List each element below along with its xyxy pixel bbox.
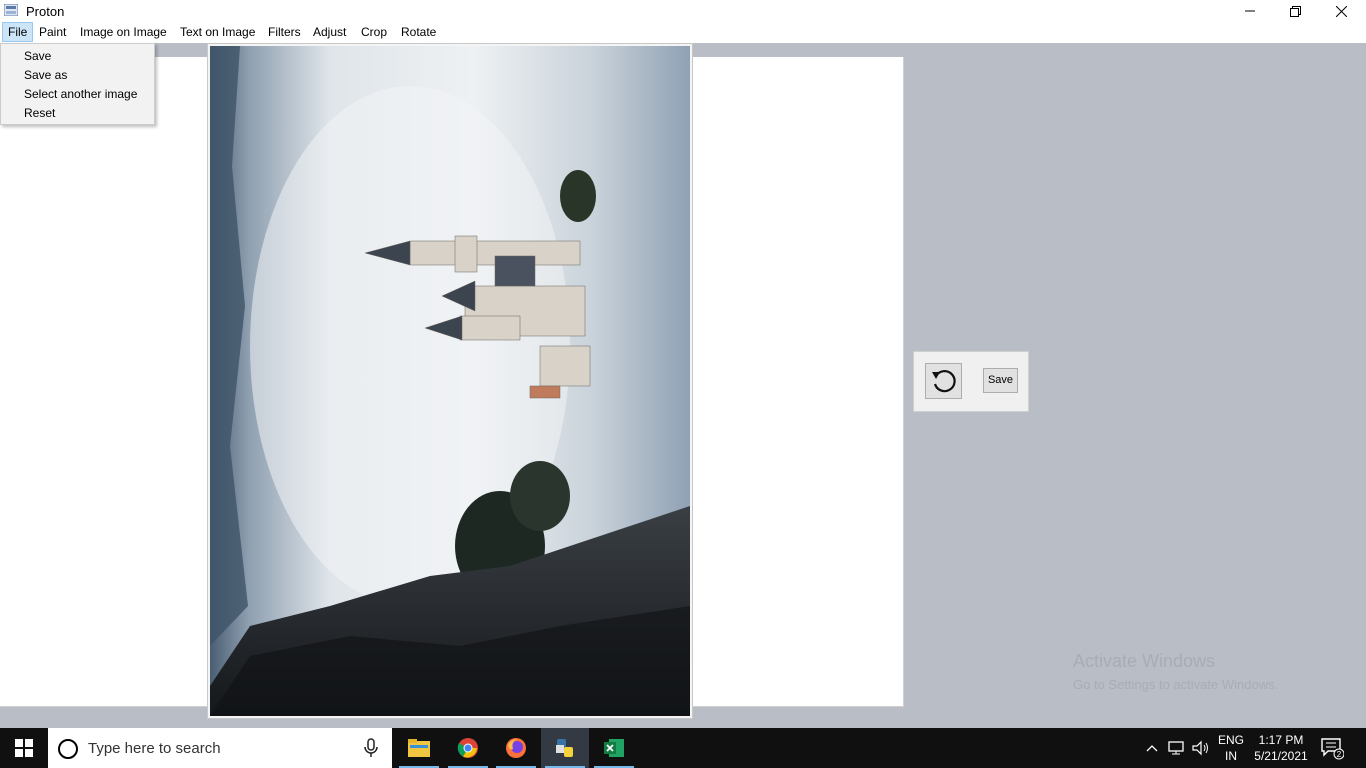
clock-time: 1:17 PM <box>1258 733 1304 747</box>
notification-icon: 2 <box>1321 738 1345 760</box>
file-explorer-icon <box>408 739 430 757</box>
tool-panel: Save <box>913 351 1029 412</box>
menu-item-save-as[interactable]: Save as <box>24 66 67 84</box>
minimize-button[interactable] <box>1227 0 1273 22</box>
menu-text-on-image[interactable]: Text on Image <box>175 22 260 42</box>
menu-filters[interactable]: Filters <box>263 22 306 42</box>
undo-button[interactable] <box>925 363 962 399</box>
taskbar-file-explorer[interactable] <box>395 728 443 768</box>
chevron-up-icon <box>1146 745 1158 752</box>
castle-photo <box>210 46 690 716</box>
excel-icon <box>604 739 624 757</box>
menu-item-reset[interactable]: Reset <box>24 104 55 122</box>
network-tray[interactable] <box>1166 728 1188 768</box>
cortana-icon <box>58 739 78 759</box>
taskbar-clock[interactable]: 1:17 PM 5/21/2021 <box>1251 732 1311 764</box>
speaker-icon <box>1192 740 1208 756</box>
activate-windows-title: Activate Windows <box>1073 651 1216 671</box>
volume-tray[interactable] <box>1190 728 1212 768</box>
language-indicator[interactable]: ENG IN <box>1216 732 1246 764</box>
chrome-icon <box>457 738 478 758</box>
windows-logo-icon <box>15 739 33 757</box>
menu-file[interactable]: File <box>2 22 34 42</box>
taskbar-excel[interactable] <box>590 728 638 768</box>
svg-text:2: 2 <box>1337 750 1342 759</box>
firefox-icon <box>506 738 526 758</box>
network-icon <box>1168 741 1184 755</box>
menu-rotate[interactable]: Rotate <box>396 22 441 42</box>
start-button[interactable] <box>0 728 48 768</box>
menu-paint[interactable]: Paint <box>34 22 71 42</box>
language-code: ENG <box>1217 733 1244 747</box>
taskbar-chrome[interactable] <box>444 728 492 768</box>
file-menu-dropdown: Save Save as Select another image Reset <box>0 43 155 125</box>
menu-bar: File Paint Image on Image Text on Image … <box>0 22 1366 43</box>
taskbar: Type here to search ENG IN 1:17 PM 5/21/… <box>0 728 1366 768</box>
taskbar-firefox[interactable] <box>492 728 540 768</box>
taskbar-python[interactable] <box>541 728 589 768</box>
region-code: IN <box>1225 749 1237 763</box>
menu-image-on-image[interactable]: Image on Image <box>75 22 172 42</box>
taskbar-search[interactable]: Type here to search <box>48 728 392 768</box>
title-bar: Proton <box>0 0 1366 22</box>
show-hidden-icons[interactable] <box>1142 728 1162 768</box>
save-button[interactable]: Save <box>983 368 1018 393</box>
clock-date: 5/21/2021 <box>1254 749 1308 763</box>
close-button[interactable] <box>1318 0 1364 22</box>
restore-icon <box>1289 5 1301 17</box>
action-center-button[interactable]: 2 <box>1320 736 1345 765</box>
microphone-icon[interactable] <box>364 738 378 758</box>
python-icon <box>556 739 573 757</box>
image-canvas[interactable] <box>207 43 693 719</box>
activate-windows-subtitle: Go to Settings to activate Windows. <box>1073 677 1279 692</box>
menu-crop[interactable]: Crop <box>356 22 392 42</box>
menu-adjust[interactable]: Adjust <box>308 22 351 42</box>
menu-item-save[interactable]: Save <box>24 47 51 65</box>
search-placeholder: Type here to search <box>88 740 221 757</box>
minimize-icon <box>1245 10 1255 12</box>
restore-button[interactable] <box>1272 0 1318 22</box>
undo-icon <box>931 370 956 393</box>
window-title: Proton <box>26 4 65 19</box>
app-icon <box>4 4 18 16</box>
close-icon <box>1335 5 1347 17</box>
menu-item-select-another-image[interactable]: Select another image <box>24 85 137 103</box>
